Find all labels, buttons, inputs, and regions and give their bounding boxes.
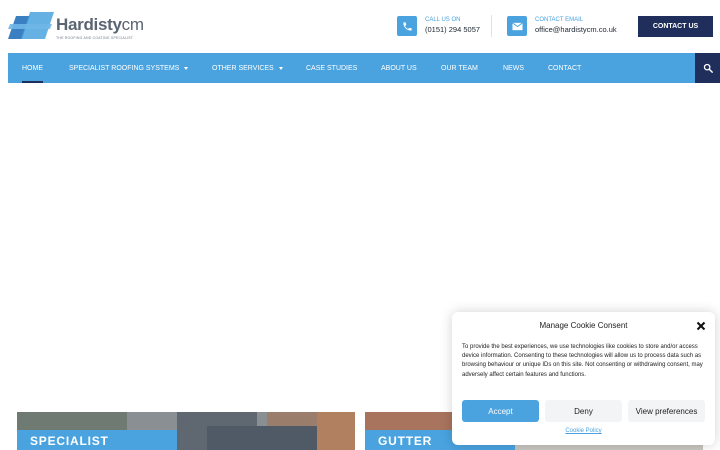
phone-icon: [397, 16, 417, 36]
close-icon[interactable]: [696, 321, 706, 331]
nav-item-contact[interactable]: CONTACT: [548, 53, 581, 83]
cookie-dialog-body: To provide the best experiences, we use …: [462, 344, 703, 378]
logo-tagline: THE ROOFING AND COATING SPECIALIST: [56, 36, 134, 40]
nav-item-label: CASE STUDIES: [306, 64, 358, 72]
header-divider: [491, 15, 492, 37]
deny-button[interactable]: Deny: [545, 400, 622, 422]
logo[interactable]: Hardistycm THE ROOFING AND COATING SPECI…: [8, 12, 144, 42]
main-nav: HOME SPECIALIST ROOFING SYSTEMS OTHER SE…: [8, 53, 720, 83]
site-header: Hardistycm THE ROOFING AND COATING SPECI…: [0, 0, 720, 52]
mail-icon: [507, 16, 527, 36]
logo-mark-icon: [8, 12, 54, 39]
logo-suffix: cm: [121, 15, 144, 34]
chevron-down-icon: [184, 66, 189, 70]
email-address[interactable]: office@hardistycm.co.uk: [535, 25, 617, 34]
nav-item-specialist-roofing-systems[interactable]: SPECIALIST ROOFING SYSTEMS: [69, 53, 189, 83]
cookie-policy-link[interactable]: Cookie Policy: [452, 428, 715, 434]
email-contact[interactable]: CONTACT EMAIL office@hardistycm.co.uk: [507, 16, 622, 38]
chevron-down-icon: [278, 66, 283, 70]
card-title: SPECIALIST: [17, 430, 177, 450]
nav-item-about-us[interactable]: ABOUT US: [381, 53, 417, 83]
nav-item-label: ABOUT US: [381, 64, 417, 72]
nav-item-label: HOME: [22, 64, 43, 72]
cookie-dialog-title: Manage Cookie Consent: [539, 321, 628, 330]
nav-item-label: OTHER SERVICES: [212, 64, 274, 72]
nav-item-label: SPECIALIST ROOFING SYSTEMS: [69, 64, 180, 72]
email-label: CONTACT EMAIL: [535, 17, 584, 23]
page: Hardistycm THE ROOFING AND COATING SPECI…: [0, 0, 720, 450]
nav-item-label: CONTACT: [548, 64, 582, 72]
nav-item-home[interactable]: HOME: [22, 53, 43, 83]
nav-item-label: NEWS: [503, 64, 524, 72]
logo-wordmark: Hardistycm: [56, 15, 144, 35]
service-card-specialist[interactable]: SPECIALIST: [17, 412, 355, 450]
nav-item-our-team[interactable]: OUR TEAM: [441, 53, 478, 83]
search-button[interactable]: [695, 53, 720, 83]
phone-contact[interactable]: CALL US ON (0151) 294 5057: [397, 16, 489, 38]
phone-label: CALL US ON: [425, 17, 461, 23]
search-icon: [703, 63, 713, 73]
nav-item-other-services[interactable]: OTHER SERVICES: [212, 53, 283, 83]
nav-item-news[interactable]: NEWS: [503, 53, 524, 83]
phone-number[interactable]: (0151) 294 5057: [425, 25, 480, 34]
cookie-consent-dialog: Manage Cookie Consent To provide the bes…: [452, 312, 715, 445]
nav-item-label: OUR TEAM: [441, 64, 478, 72]
contact-us-button[interactable]: CONTACT US: [638, 16, 713, 37]
logo-name: Hardisty: [56, 15, 122, 34]
view-preferences-button[interactable]: View preferences: [628, 400, 705, 422]
nav-item-case-studies[interactable]: CASE STUDIES: [306, 53, 357, 83]
accept-button[interactable]: Accept: [462, 400, 539, 422]
